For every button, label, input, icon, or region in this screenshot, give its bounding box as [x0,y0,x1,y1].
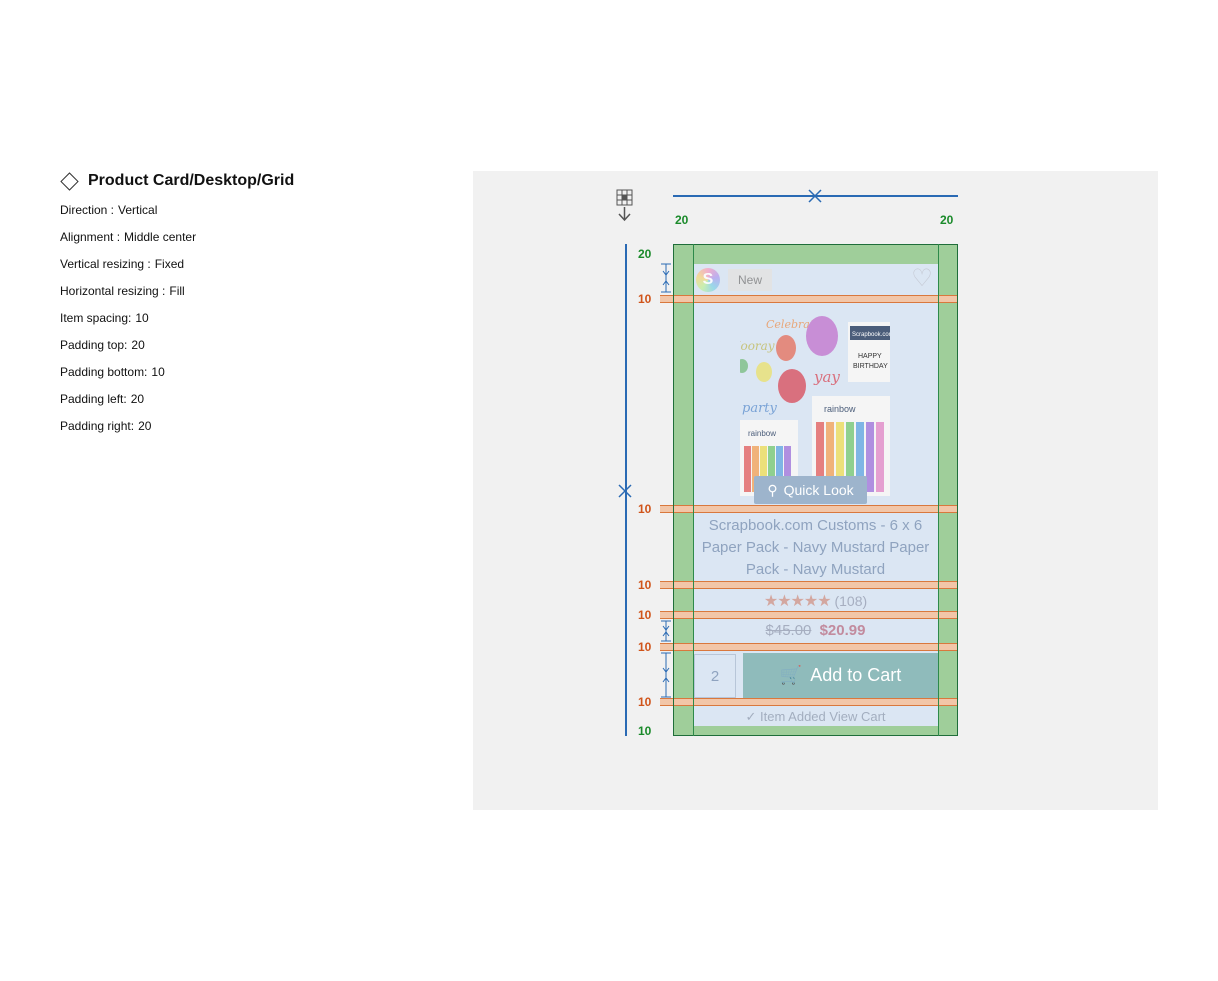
padding-right-label: 20 [940,213,954,227]
padding-right-guide [938,244,939,736]
rating-count: (108) [834,593,868,609]
svg-text:yay: yay [813,368,840,386]
gap-label: 10 [638,578,652,592]
product-rating[interactable]: ★★★★★ (108) [693,591,938,611]
spec-row-vertical-resizing: Vertical resizing : Fixed [60,257,185,271]
spec-row-padding-left: Padding left: 20 [60,392,145,406]
view-cart-link[interactable]: View Cart [829,709,885,724]
check-icon: ✓ [745,709,757,724]
padding-top-label: 20 [638,247,652,261]
svg-text:BIRTHDAY: BIRTHDAY [853,363,888,370]
gap-label: 10 [638,695,652,709]
product-title[interactable]: Scrapbook.com Customs - 6 x 6 Paper Pack… [693,515,938,581]
svg-text:party: party [742,401,778,416]
brand-logo: S [696,268,720,292]
quick-look-button[interactable]: ⚲ Quick Look [754,476,867,504]
gap-label: 10 [638,502,652,516]
spec-row-alignment: Alignment : Middle center [60,230,197,244]
svg-text:rainbow: rainbow [748,429,776,438]
vertical-autolayout-icon [616,189,633,222]
padding-bottom-label: 10 [638,724,652,738]
gap-label: 10 [638,640,652,654]
add-to-cart-button[interactable]: 🛒 Add to Cart [743,653,938,698]
spec-row-padding-right: Padding right: 20 [60,419,152,433]
gap-label: 10 [638,292,652,306]
spacing-arrow [661,620,671,642]
spec-row-padding-bottom: Padding bottom: 10 [60,365,165,379]
svg-text:rainbow: rainbow [824,404,856,414]
spec-row-item-spacing: Item spacing: 10 [60,311,149,325]
spacing-arrow [661,652,671,698]
heart-icon[interactable]: ♡ [909,266,935,292]
add-to-cart-label: Add to Cart [810,665,902,685]
star-rating-icon: ★★★★★ [763,593,832,610]
price-new: $20.99 [819,622,866,639]
new-badge: New [728,269,772,291]
cart-icon: 🛒 [779,665,803,685]
search-icon: ⚲ [767,481,778,498]
spacing-arrow [661,263,671,293]
gap-label: 10 [638,608,652,622]
item-added-row: ✓ Item Added View Cart [693,708,938,726]
component-icon [60,171,79,191]
product-image[interactable]: Celebrate Hooray yay Scrapbook.com HAPPY… [740,312,890,498]
component-title-text: Product Card/Desktop/Grid [88,172,295,189]
height-measure-arrows [618,484,632,498]
width-measure-arrows [808,189,822,203]
padding-left-label: 20 [675,213,689,227]
spec-row-direction: Direction : Vertical [60,203,158,217]
price-old: $45.00 [765,622,812,639]
spec-row-horizontal-resizing: Horizontal resizing : Fill [60,284,185,298]
svg-text:Hooray: Hooray [740,339,775,353]
item-added-label: Item Added [760,709,826,724]
spec-panel: Product Card/Desktop/Grid Direction : Ver… [60,170,294,435]
svg-text:HAPPY: HAPPY [858,353,882,360]
svg-text:Scrapbook.com: Scrapbook.com [852,332,890,338]
component-title: Product Card/Desktop/Grid [60,170,294,192]
quantity-input[interactable]: 2 [694,654,736,698]
spec-row-padding-top: Padding top: 20 [60,338,145,352]
quick-look-label: Quick Look [783,482,854,498]
product-price: $45.00 $20.99 [693,621,938,641]
